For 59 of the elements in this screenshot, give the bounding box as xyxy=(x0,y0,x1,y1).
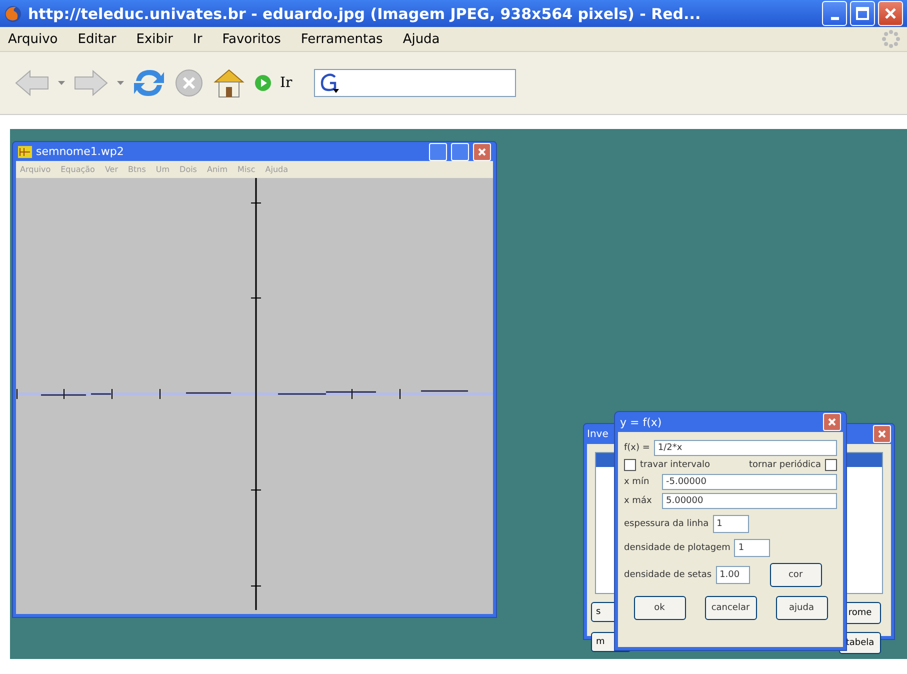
google-icon xyxy=(319,72,342,94)
menu-item[interactable]: Editar xyxy=(76,30,124,48)
firefox-icon xyxy=(4,4,22,22)
checkbox-label: tornar periódica xyxy=(749,460,821,470)
dialog-button[interactable]: ok xyxy=(634,596,686,620)
input-field[interactable]: 1 xyxy=(712,515,749,533)
window-title: http://teleduc.univates.br - eduardo.jpg (Imagem JPEG, 938x564 pixels) - Red... xyxy=(28,4,702,22)
window-title: semnome1.wp2 xyxy=(36,145,125,158)
maximize-icon xyxy=(856,7,869,20)
checkbox[interactable] xyxy=(624,459,636,471)
menu-item[interactable]: Favoritos xyxy=(220,30,289,48)
close-button[interactable] xyxy=(873,425,891,443)
checkbox-label: travar intervalo xyxy=(640,460,710,470)
go-icon[interactable] xyxy=(254,74,272,92)
close-icon xyxy=(877,429,887,439)
input-field[interactable]: 1/2*x xyxy=(654,440,837,456)
menu-item[interactable]: Ajuda xyxy=(400,30,448,48)
caret-icon[interactable] xyxy=(58,80,65,86)
window-title: Inve xyxy=(587,428,610,440)
close-button[interactable] xyxy=(473,142,491,161)
input-field[interactable]: 1 xyxy=(734,539,770,557)
field-label: x mín xyxy=(624,477,650,487)
field-label: x máx xyxy=(624,496,653,506)
refresh-icon[interactable] xyxy=(132,67,166,99)
input-field[interactable]: 1.00 xyxy=(716,566,750,584)
search-field[interactable] xyxy=(314,69,516,97)
close-icon xyxy=(477,146,487,157)
dialog-title: y = f(x) xyxy=(620,416,663,428)
color-button[interactable]: cor xyxy=(770,563,822,587)
close-icon xyxy=(827,417,837,427)
maximize-button[interactable] xyxy=(850,1,875,26)
checkbox[interactable] xyxy=(825,459,837,471)
menu-item[interactable]: Ferramentas xyxy=(298,30,391,48)
menu-item[interactable]: Arquivo xyxy=(6,30,66,48)
input-field[interactable]: -5.00000 xyxy=(662,474,837,490)
field-label: densidade de plotagem xyxy=(624,543,730,553)
go-label[interactable]: Ir xyxy=(280,75,292,91)
close-icon xyxy=(884,7,897,20)
stop-icon[interactable] xyxy=(174,68,204,98)
maximize-button[interactable] xyxy=(451,142,469,161)
close-button[interactable] xyxy=(878,1,903,26)
minimize-button[interactable] xyxy=(429,142,447,161)
input-field[interactable]: 5.00000 xyxy=(662,493,837,509)
throbber-icon xyxy=(881,29,901,49)
dialog-button[interactable]: ajuda xyxy=(776,596,828,620)
app-icon xyxy=(18,146,32,158)
caret-icon[interactable] xyxy=(117,80,124,86)
minimize-button[interactable] xyxy=(822,1,847,26)
forward-arrow-icon[interactable] xyxy=(73,68,109,98)
minimize-icon xyxy=(830,17,838,20)
menu-item[interactable]: Exibir xyxy=(134,30,181,48)
menu-item[interactable]: Ir xyxy=(191,30,210,48)
close-button[interactable] xyxy=(823,413,841,431)
back-arrow-icon[interactable] xyxy=(14,68,50,98)
field-label: espessura da linha xyxy=(624,519,709,529)
field-label: densidade de setas xyxy=(624,570,712,580)
dialog-button[interactable]: cancelar xyxy=(704,596,756,620)
home-icon[interactable] xyxy=(212,67,246,99)
field-label: f(x) = xyxy=(624,443,650,453)
